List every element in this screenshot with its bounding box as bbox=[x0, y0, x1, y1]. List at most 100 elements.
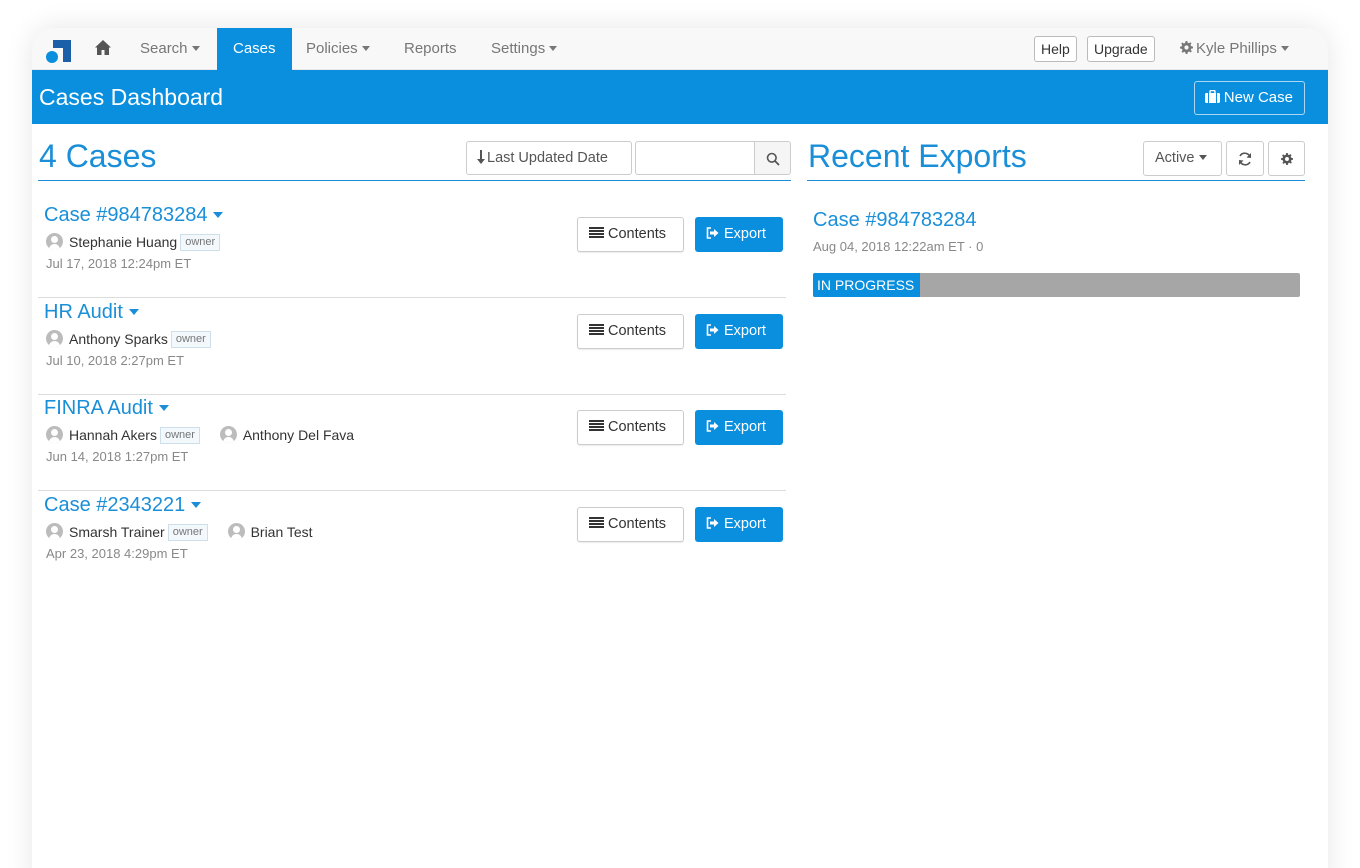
briefcase-icon bbox=[1204, 90, 1220, 104]
person: Hannah Akers owner bbox=[46, 426, 200, 444]
top-navbar: Search Cases Policies Reports Settings H… bbox=[32, 28, 1328, 70]
person: Brian Test bbox=[227, 523, 313, 541]
person: Anthony Sparks owner bbox=[46, 330, 211, 348]
new-case-button[interactable]: New Case bbox=[1193, 81, 1305, 115]
chevron-down-icon bbox=[1280, 45, 1289, 51]
contents-button[interactable]: Contents bbox=[577, 314, 684, 349]
refresh-icon bbox=[1239, 152, 1251, 166]
avatar bbox=[227, 523, 245, 541]
gear-icon bbox=[1180, 41, 1193, 55]
case-people: Anthony Sparks owner bbox=[46, 330, 227, 348]
user-name: Kyle Phillips bbox=[1196, 40, 1277, 57]
avatar bbox=[46, 330, 63, 348]
case-item: Case #2343221 Smarsh Trainer owner Brian … bbox=[38, 492, 786, 588]
case-title-link[interactable]: HR Audit bbox=[44, 299, 139, 325]
avatar bbox=[46, 233, 63, 251]
list-icon bbox=[589, 324, 604, 336]
person-name: Smarsh Trainer bbox=[69, 524, 165, 540]
avatar bbox=[46, 426, 63, 444]
person-name: Anthony Sparks bbox=[69, 331, 168, 347]
nav-cases[interactable]: Cases bbox=[217, 28, 292, 70]
case-people: Stephanie Huang owner bbox=[46, 233, 236, 251]
page-header: Cases Dashboard New Case bbox=[32, 70, 1328, 124]
case-people: Smarsh Trainer owner Brian Test bbox=[46, 523, 329, 541]
chevron-down-icon bbox=[158, 404, 169, 411]
list-icon bbox=[589, 517, 604, 529]
sort-arrow-icon bbox=[477, 149, 485, 164]
export-button[interactable]: Export bbox=[695, 507, 783, 542]
brand-logo[interactable] bbox=[45, 38, 73, 64]
case-item: Case #984783284 Stephanie Huang owner Jul… bbox=[38, 202, 786, 298]
person: Smarsh Trainer owner bbox=[46, 523, 208, 541]
gear-icon bbox=[1281, 153, 1293, 165]
search-button[interactable] bbox=[754, 141, 791, 175]
recent-exports-heading: Recent Exports bbox=[808, 138, 1027, 174]
person-name: Hannah Akers bbox=[69, 427, 157, 443]
nav-reports[interactable]: Reports bbox=[388, 28, 473, 70]
refresh-button[interactable] bbox=[1226, 141, 1264, 176]
sort-label: Last Updated Date bbox=[487, 150, 608, 166]
sign-out-icon bbox=[706, 226, 719, 239]
owner-badge: owner bbox=[170, 330, 211, 348]
app-window: Search Cases Policies Reports Settings H… bbox=[32, 28, 1328, 868]
list-icon bbox=[589, 227, 604, 239]
sign-out-icon bbox=[706, 419, 719, 432]
case-item: HR Audit Anthony Sparks owner Jul 10, 201… bbox=[38, 299, 786, 395]
export-settings-button[interactable] bbox=[1268, 141, 1305, 176]
new-case-label: New Case bbox=[1223, 89, 1293, 106]
user-menu[interactable]: Kyle Phillips bbox=[1180, 28, 1289, 70]
export-case-link[interactable]: Case #984783284 bbox=[813, 207, 976, 233]
case-people: Hannah Akers owner Anthony Del Fava bbox=[46, 426, 370, 444]
export-meta: Aug 04, 2018 12:22am ET · 0 bbox=[813, 239, 984, 254]
person-name: Stephanie Huang bbox=[69, 234, 178, 250]
section-divider bbox=[807, 180, 1305, 181]
search-icon bbox=[766, 152, 780, 166]
list-icon bbox=[589, 420, 604, 432]
chevron-down-icon bbox=[191, 501, 202, 508]
export-button[interactable]: Export bbox=[695, 410, 783, 445]
case-search-input[interactable] bbox=[635, 141, 755, 175]
owner-badge: owner bbox=[180, 233, 221, 251]
case-item: FINRA Audit Hannah Akers owner Anthony De… bbox=[38, 395, 786, 491]
nav-search[interactable]: Search bbox=[124, 28, 216, 70]
nav-policies[interactable]: Policies bbox=[290, 28, 386, 70]
case-title-link[interactable]: Case #2343221 bbox=[44, 492, 202, 518]
export-progress-bar: IN PROGRESS bbox=[813, 273, 1300, 297]
nav-settings[interactable]: Settings bbox=[475, 28, 573, 70]
section-divider bbox=[38, 180, 791, 181]
case-date: Jul 10, 2018 2:27pm ET bbox=[46, 353, 185, 368]
owner-badge: owner bbox=[159, 426, 200, 444]
sign-out-icon bbox=[706, 516, 719, 529]
export-button[interactable]: Export bbox=[695, 314, 783, 349]
person: Anthony Del Fava bbox=[219, 426, 355, 444]
person-name: Anthony Del Fava bbox=[242, 427, 355, 443]
home-icon[interactable] bbox=[94, 39, 112, 57]
case-title-link[interactable]: Case #984783284 bbox=[44, 202, 224, 228]
case-date: Apr 23, 2018 4:29pm ET bbox=[46, 546, 188, 561]
chevron-down-icon bbox=[191, 45, 200, 51]
chevron-down-icon bbox=[128, 308, 139, 315]
progress-status-label: IN PROGRESS bbox=[817, 277, 915, 293]
contents-button[interactable]: Contents bbox=[577, 410, 684, 445]
chevron-down-icon bbox=[213, 211, 224, 218]
upgrade-button[interactable]: Upgrade bbox=[1087, 36, 1155, 62]
avatar bbox=[46, 523, 63, 541]
owner-badge: owner bbox=[167, 523, 208, 541]
help-button[interactable]: Help bbox=[1034, 36, 1077, 62]
case-date: Jun 14, 2018 1:27pm ET bbox=[46, 449, 189, 464]
chevron-down-icon bbox=[549, 45, 558, 51]
page-title: Cases Dashboard bbox=[39, 84, 224, 110]
contents-button[interactable]: Contents bbox=[577, 217, 684, 252]
person-name: Brian Test bbox=[250, 524, 313, 540]
contents-button[interactable]: Contents bbox=[577, 507, 684, 542]
sort-button[interactable]: Last Updated Date bbox=[466, 141, 632, 175]
case-title-link[interactable]: FINRA Audit bbox=[44, 395, 169, 421]
person: Stephanie Huang owner bbox=[46, 233, 221, 251]
chevron-down-icon bbox=[361, 45, 370, 51]
cases-count-heading: 4 Cases bbox=[39, 138, 157, 174]
export-button[interactable]: Export bbox=[695, 217, 783, 252]
sign-out-icon bbox=[706, 323, 719, 336]
export-filter-dropdown[interactable]: Active bbox=[1143, 141, 1222, 176]
avatar bbox=[219, 426, 237, 444]
chevron-down-icon bbox=[1198, 154, 1207, 160]
